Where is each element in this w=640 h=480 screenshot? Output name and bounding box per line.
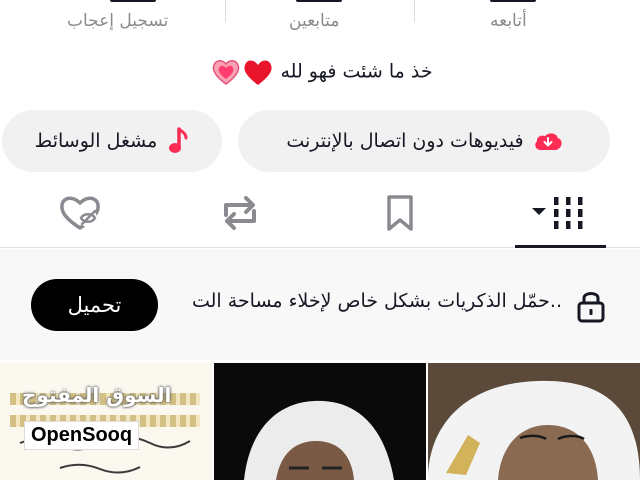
bookmark-icon xyxy=(387,195,413,231)
video-thumbnail[interactable]: السوق المفتوح OpenSooq xyxy=(0,363,212,480)
person-photo xyxy=(214,363,426,480)
opensooq-watermark: OpenSooq xyxy=(24,421,140,450)
followers-label[interactable]: متابعين xyxy=(289,11,339,31)
video-thumbnail[interactable] xyxy=(428,363,640,480)
video-grid: السوق المفتوح OpenSooq xyxy=(0,363,640,480)
bio-hearts xyxy=(211,58,274,86)
download-button[interactable]: تحميل xyxy=(31,279,158,331)
lock-icon xyxy=(577,292,605,323)
video-thumbnail[interactable] xyxy=(214,363,426,480)
person-photo xyxy=(428,363,640,480)
media-player-button[interactable]: مشغل الوسائط xyxy=(2,110,222,172)
tab-saved[interactable] xyxy=(350,180,450,246)
profile-bio: خذ ما شئت فهو لله xyxy=(0,58,640,86)
likes-label[interactable]: تسجيل إعجاب xyxy=(67,11,168,31)
following-count-stub xyxy=(490,0,536,2)
profile-stats: تسجيل إعجاب متابعين أتابعه xyxy=(0,0,640,48)
sparkling-heart-icon xyxy=(213,60,240,85)
repost-icon xyxy=(224,196,256,230)
following-label[interactable]: أتابعه xyxy=(490,11,527,31)
music-note-icon xyxy=(169,127,188,153)
offline-videos-label: فيديوهات دون اتصال بالإنترنت xyxy=(286,130,524,152)
tab-reposts[interactable] xyxy=(190,180,290,246)
profile-tabs xyxy=(0,180,640,248)
tab-liked[interactable] xyxy=(30,180,130,246)
media-player-label: مشغل الوسائط xyxy=(34,130,158,152)
stat-divider xyxy=(225,0,226,22)
bio-text: خذ ما شئت فهو لله xyxy=(280,60,433,83)
opensooq-watermark-arabic: السوق المفتوح xyxy=(22,383,172,407)
grid-bars-icon xyxy=(532,197,583,229)
banner-text: حمّل الذكريات بشكل خاص لإخلاء مساحة الت.… xyxy=(191,290,562,312)
followers-count-stub xyxy=(296,0,342,2)
likes-count-stub xyxy=(110,0,156,2)
active-tab-indicator xyxy=(515,245,606,248)
tab-videos-grid[interactable] xyxy=(510,180,610,246)
red-heart-icon xyxy=(244,60,273,85)
cloud-download-icon xyxy=(534,133,562,150)
offline-videos-button[interactable]: فيديوهات دون اتصال بالإنترنت xyxy=(238,110,610,172)
stat-divider xyxy=(414,0,415,22)
hidden-heart-icon xyxy=(60,196,100,230)
